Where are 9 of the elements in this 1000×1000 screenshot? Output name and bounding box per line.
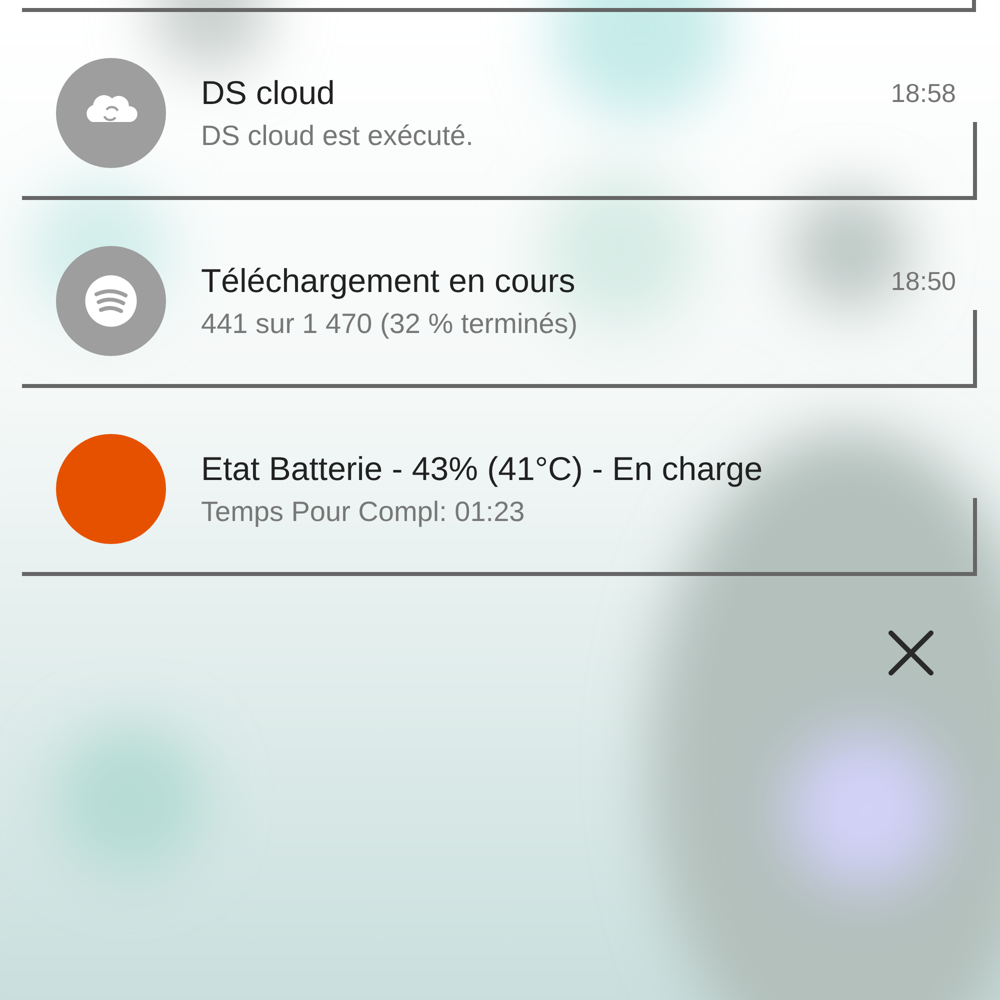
sound-waves-icon bbox=[83, 273, 139, 329]
notification-text: 441 sur 1 470 (32 % terminés) bbox=[201, 308, 579, 340]
notification-title: Etat Batterie - 43% (41°C) - En charge bbox=[201, 450, 763, 488]
notification-title: Téléchargement en cours bbox=[201, 262, 576, 300]
notification-time: 18:50 bbox=[890, 266, 956, 296]
notification-text: DS cloud est exécuté. bbox=[201, 120, 474, 152]
notification-title: DS cloud bbox=[201, 74, 335, 112]
notification-text: Temps Pour Compl: 01:23 bbox=[201, 496, 526, 528]
notification-time: 18:58 bbox=[890, 78, 956, 108]
